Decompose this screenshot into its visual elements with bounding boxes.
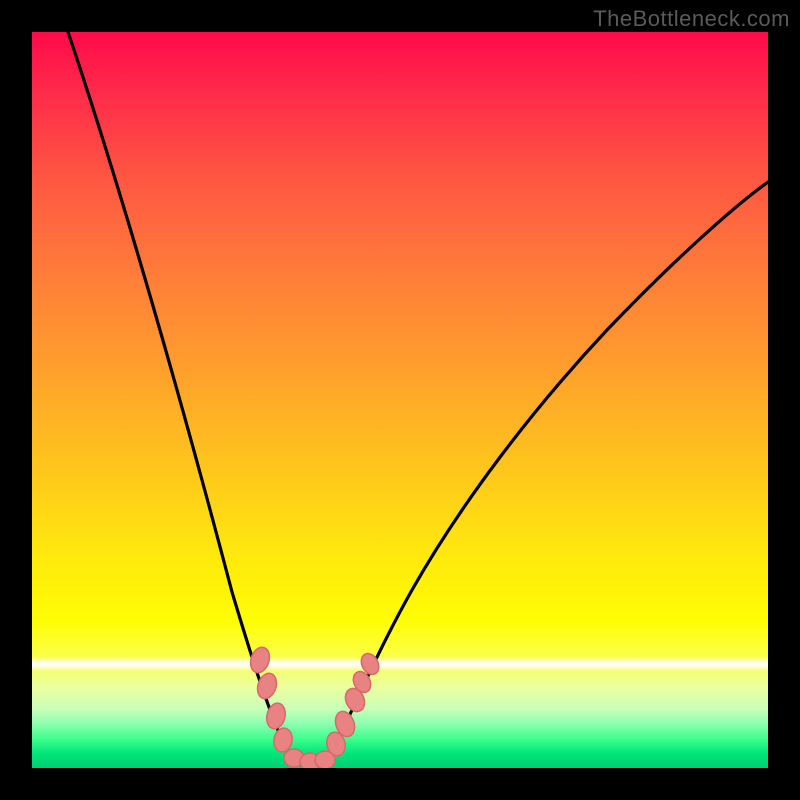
white-transition-band — [32, 657, 768, 671]
watermark-text: TheBottleneck.com — [593, 6, 790, 32]
plot-area — [32, 32, 768, 768]
chart-frame: TheBottleneck.com — [0, 0, 800, 800]
